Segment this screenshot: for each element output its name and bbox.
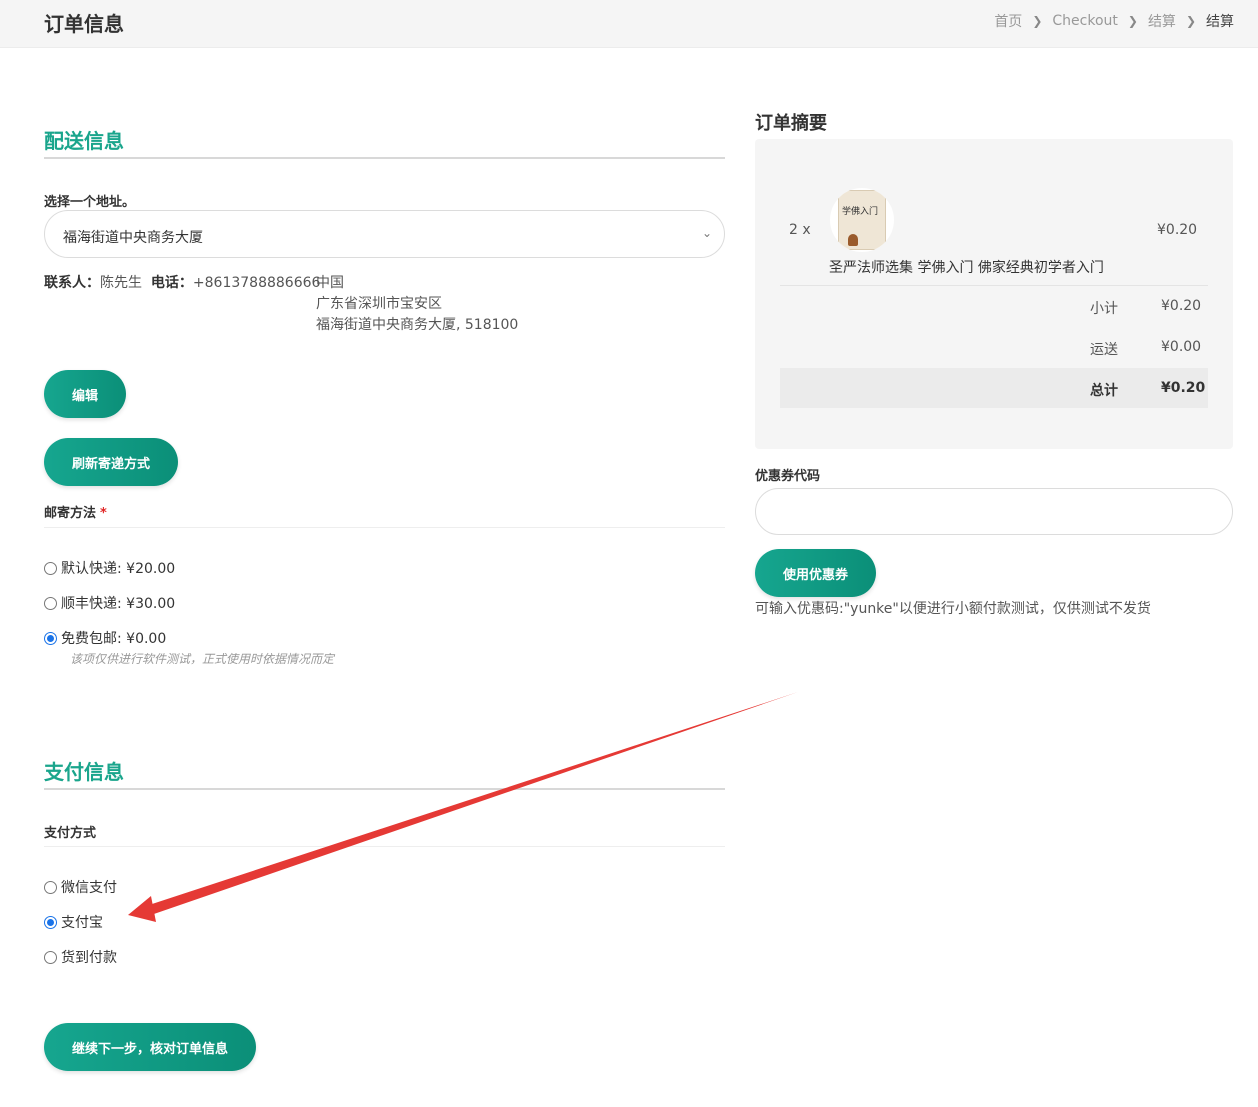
- product-thumbnail[interactable]: 学佛入门: [830, 188, 894, 252]
- breadcrumb-checkout[interactable]: Checkout: [1052, 13, 1118, 29]
- address-block: 中国 广东省深圳市宝安区 福海街道中央商务大厦, 518100: [316, 273, 518, 336]
- shipping-option-label: 默认快递: ¥20.00: [61, 561, 176, 577]
- product-name[interactable]: 圣严法师选集 学佛入门 佛家经典初学者入门: [829, 257, 1104, 277]
- address-street: 福海街道中央商务大厦, 518100: [316, 317, 519, 333]
- phone-value: +8613788886666: [192, 275, 321, 291]
- payment-option-label: 微信支付: [61, 880, 117, 896]
- continue-button[interactable]: 继续下一步，核对订单信息: [44, 1023, 256, 1071]
- subtotal-value: ¥0.20: [1161, 298, 1202, 314]
- total-value: ¥0.20: [1161, 380, 1206, 396]
- shipping-option-sf[interactable]: 顺丰快递: ¥30.00: [44, 593, 175, 613]
- breadcrumb-settle[interactable]: 结算: [1148, 11, 1176, 31]
- coupon-input[interactable]: [755, 488, 1233, 535]
- summary-divider: [780, 285, 1208, 286]
- shipping-option-free[interactable]: 免费包邮: ¥0.00: [44, 628, 166, 648]
- annotation-arrow-head: [128, 896, 156, 922]
- address-select-value: 福海街道中央商务大厦: [63, 230, 203, 246]
- annotation-arrow-shaft: [149, 692, 798, 915]
- breadcrumb-current: 结算: [1206, 14, 1234, 30]
- address-select[interactable]: 福海街道中央商务大厦 ⌄: [44, 210, 725, 258]
- book-cover-image: [838, 190, 886, 250]
- payment-section-title: 支付信息: [44, 760, 124, 784]
- page-title: 订单信息: [44, 12, 124, 36]
- shipping-cost-value: ¥0.00: [1161, 339, 1202, 355]
- monk-figure-image: [848, 234, 858, 246]
- radio-button[interactable]: [44, 561, 57, 575]
- item-price: ¥0.20: [1157, 222, 1198, 238]
- breadcrumb-home[interactable]: 首页: [994, 11, 1022, 31]
- payment-option-label: 货到付款: [61, 950, 117, 966]
- coupon-tip: 可输入优惠码:"yunke"以便进行小额付款测试，仅供测试不发货: [755, 601, 1151, 617]
- contact-label: 联系人：: [44, 275, 100, 291]
- contact-info: 联系人：陈先生 电话：+8613788886666: [44, 273, 320, 294]
- address-label: 选择一个地址。: [44, 195, 136, 210]
- total-label: 总计: [1090, 383, 1118, 399]
- shipping-option-label: 免费包邮: ¥0.00: [61, 631, 167, 647]
- radio-button-checked[interactable]: [44, 631, 57, 645]
- radio-button[interactable]: [44, 596, 57, 610]
- radio-button-checked[interactable]: [44, 915, 57, 929]
- shipping-method-label-text: 邮寄方法: [44, 506, 97, 521]
- payment-option-label: 支付宝: [61, 915, 103, 931]
- payment-method-label: 支付方式: [44, 826, 97, 841]
- divider: [44, 846, 725, 847]
- edit-address-button[interactable]: 编辑: [44, 370, 126, 418]
- radio-button[interactable]: [44, 950, 57, 964]
- total-row: [780, 368, 1208, 408]
- shipping-section-title: 配送信息: [44, 129, 124, 153]
- subtotal-label: 小计: [1090, 301, 1118, 317]
- coupon-label: 优惠券代码: [755, 469, 821, 484]
- phone-label: 电话：: [150, 275, 193, 291]
- apply-coupon-button[interactable]: 使用优惠券: [755, 549, 876, 597]
- section-divider: [44, 788, 725, 790]
- chevron-right-icon: ❯: [1185, 14, 1196, 28]
- payment-option-cod[interactable]: 货到付款: [44, 947, 117, 967]
- address-country: 中国: [316, 275, 344, 291]
- address-region: 广东省深圳市宝安区: [316, 296, 442, 312]
- shipping-option-label: 顺丰快递: ¥30.00: [61, 596, 176, 612]
- payment-option-wechat[interactable]: 微信支付: [44, 877, 117, 897]
- chevron-right-icon: ❯: [1032, 14, 1043, 28]
- divider: [44, 527, 725, 528]
- top-bar: 订单信息 首页 ❯ Checkout ❯ 结算 ❯ 结算: [0, 0, 1258, 48]
- shipping-cost-label: 运送: [1090, 342, 1118, 358]
- chevron-right-icon: ❯: [1127, 14, 1138, 28]
- shipping-method-label: 邮寄方法 *: [44, 502, 107, 521]
- order-summary-title: 订单摘要: [755, 113, 827, 134]
- chevron-down-icon: ⌄: [701, 226, 712, 240]
- breadcrumb: 首页 ❯ Checkout ❯ 结算 ❯ 结算: [994, 11, 1234, 31]
- free-shipping-note: 该项仅供进行软件测试，正式使用时依据情况而定: [70, 652, 335, 666]
- contact-name: 陈先生: [100, 275, 142, 291]
- radio-button[interactable]: [44, 880, 57, 894]
- item-quantity: 2 x: [789, 222, 811, 238]
- required-mark: *: [100, 506, 107, 521]
- section-divider: [44, 157, 725, 159]
- refresh-shipping-button[interactable]: 刷新寄递方式: [44, 438, 178, 486]
- book-cover-title: 学佛入门: [842, 207, 879, 217]
- shipping-option-default[interactable]: 默认快递: ¥20.00: [44, 558, 175, 578]
- payment-option-alipay[interactable]: 支付宝: [44, 912, 103, 932]
